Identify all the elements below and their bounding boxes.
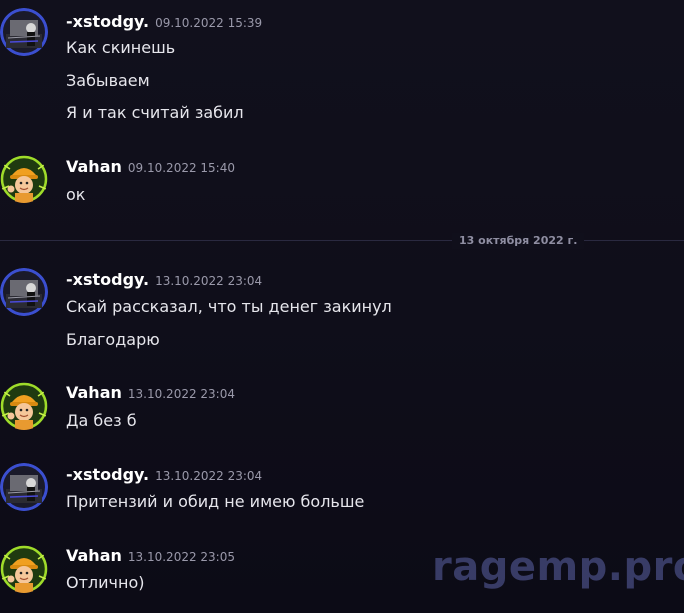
timestamp: 13.10.2022 23:04: [155, 469, 263, 483]
message-text: Благодарю: [66, 330, 160, 349]
user-avatar[interactable]: [0, 545, 48, 593]
message-header: Vahan 13.10.2022 23:04: [66, 383, 235, 404]
date-divider-label: 13 октября 2022 г.: [452, 233, 585, 249]
timestamp: 09.10.2022 15:39: [155, 16, 263, 30]
timestamp: 09.10.2022 15:40: [127, 161, 235, 175]
watermark-logo: ragemp.pro: [432, 544, 684, 590]
avatar-image: [0, 268, 48, 316]
user-avatar[interactable]: [0, 268, 48, 316]
avatar-image: [0, 155, 48, 203]
message-text: Да без б: [66, 411, 137, 430]
username[interactable]: Vahan: [66, 383, 122, 402]
username[interactable]: Vahan: [66, 546, 122, 565]
message-text: Скай рассказал, что ты денег закинул: [66, 297, 392, 316]
timestamp: 13.10.2022 23:04: [155, 274, 263, 288]
message-text: Притензий и обид не имею больше: [66, 492, 365, 511]
timestamp: 13.10.2022 23:04: [127, 387, 235, 401]
message-header: Vahan 09.10.2022 15:40: [66, 157, 235, 178]
message-header: Vahan 13.10.2022 23:05: [66, 546, 235, 567]
message-header: -xstodgy. 09.10.2022 15:39: [66, 12, 262, 33]
message-header: -xstodgy. 13.10.2022 23:04: [66, 465, 262, 486]
timestamp: 13.10.2022 23:05: [127, 550, 235, 564]
username[interactable]: Vahan: [66, 157, 122, 176]
message-header: -xstodgy. 13.10.2022 23:04: [66, 270, 262, 291]
message-text: ок: [66, 185, 86, 204]
user-avatar[interactable]: [0, 382, 48, 430]
message-text: Как скинешь: [66, 38, 176, 57]
message-text: Забываем: [66, 71, 150, 90]
message-text: Я и так считай забил: [66, 103, 244, 122]
username[interactable]: -xstodgy.: [66, 465, 149, 484]
user-avatar[interactable]: [0, 8, 48, 56]
avatar-image: [0, 382, 48, 430]
user-avatar[interactable]: [0, 155, 48, 203]
avatar-image: [0, 545, 48, 593]
user-avatar[interactable]: [0, 463, 48, 511]
message-text: Отлично): [66, 573, 145, 592]
username[interactable]: -xstodgy.: [66, 12, 149, 31]
username[interactable]: -xstodgy.: [66, 270, 149, 289]
avatar-image: [0, 8, 48, 56]
avatar-image: [0, 463, 48, 511]
